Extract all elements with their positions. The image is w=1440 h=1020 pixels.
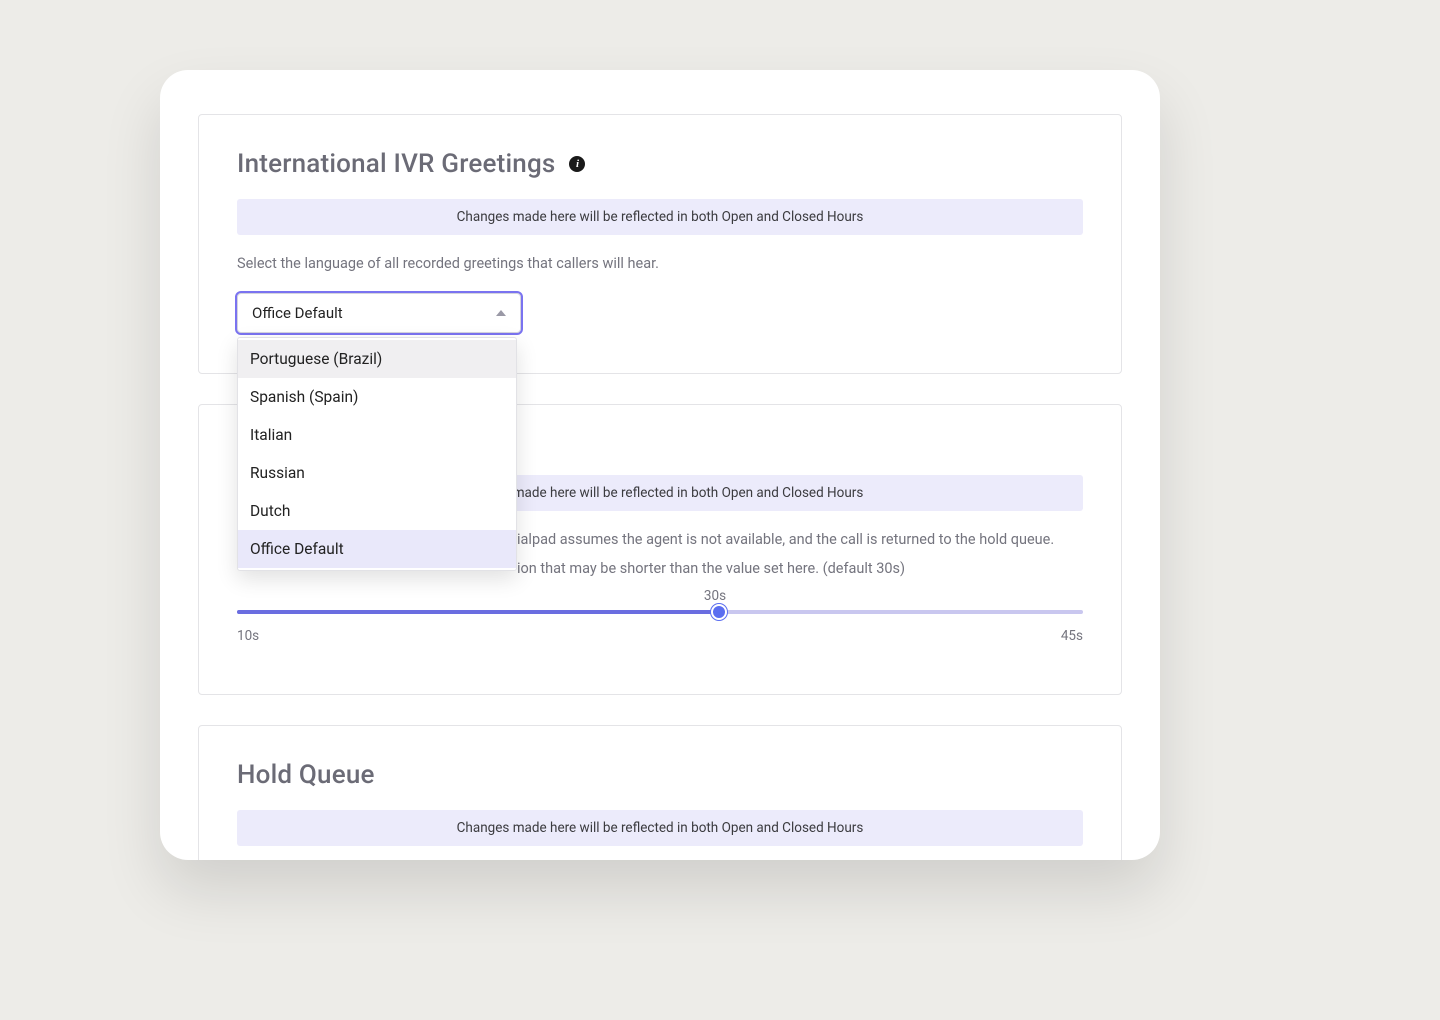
caret-up-icon: [496, 310, 506, 316]
language-select-value: Office Default: [252, 304, 343, 322]
slider-thumb[interactable]: [711, 604, 727, 620]
language-option[interactable]: Portuguese (Brazil): [238, 340, 516, 378]
slider-track[interactable]: [237, 610, 1083, 614]
language-option[interactable]: Dutch: [238, 492, 516, 530]
ivr-title: International IVR Greetings: [237, 149, 555, 179]
language-select-wrap: Office Default Portuguese (Brazil) Spani…: [237, 293, 521, 333]
timeout-slider[interactable]: 30s 10s 45s: [237, 610, 1083, 644]
hold-queue-card: Hold Queue Changes made here will be ref…: [198, 725, 1122, 860]
language-option[interactable]: Spanish (Spain): [238, 378, 516, 416]
slider-max-label: 45s: [1061, 628, 1083, 644]
language-select[interactable]: Office Default: [237, 293, 521, 333]
slider-value-label: 30s: [704, 588, 726, 604]
slider-fill: [237, 610, 719, 614]
language-option[interactable]: Office Default: [238, 530, 516, 568]
language-option[interactable]: Italian: [238, 416, 516, 454]
slider-range-labels: 10s 45s: [237, 628, 1083, 644]
ivr-title-row: International IVR Greetings i: [237, 149, 1083, 179]
info-icon[interactable]: i: [569, 156, 585, 172]
hold-queue-banner: Changes made here will be reflected in b…: [237, 810, 1083, 846]
hold-queue-title-row: Hold Queue: [237, 760, 1083, 790]
language-dropdown: Portuguese (Brazil) Spanish (Spain) Ital…: [237, 337, 517, 571]
hold-queue-title: Hold Queue: [237, 760, 375, 790]
settings-panel: International IVR Greetings i Changes ma…: [160, 70, 1160, 860]
ivr-banner: Changes made here will be reflected in b…: [237, 199, 1083, 235]
slider-min-label: 10s: [237, 628, 259, 644]
ivr-desc: Select the language of all recorded gree…: [237, 253, 1083, 275]
language-option[interactable]: Russian: [238, 454, 516, 492]
ivr-greetings-card: International IVR Greetings i Changes ma…: [198, 114, 1122, 374]
